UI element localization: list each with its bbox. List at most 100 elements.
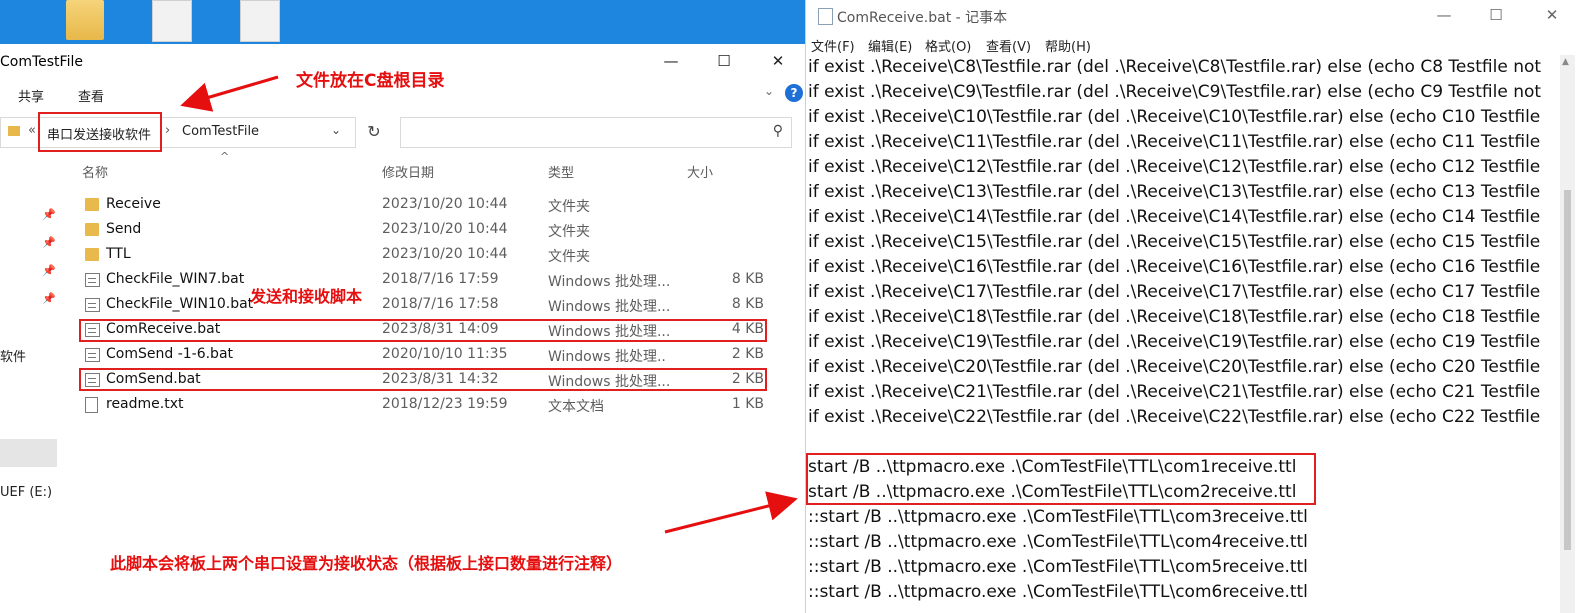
breadcrumb-separator-icon: › [165,123,171,138]
pin-icon[interactable]: 📌 [42,292,56,305]
pin-icon[interactable]: 📌 [42,264,56,277]
pin-icon[interactable]: 📌 [42,236,56,249]
file-type: 文件夹 [548,249,590,265]
notepad-window: ComReceive.bat - 记事本 — ☐ ✕ 文件(F) 编辑(E) 格… [805,0,1589,613]
vertical-scrollbar[interactable]: ▲ [1560,55,1575,613]
text-line [808,430,1568,455]
desktop-document-icon[interactable] [240,0,280,42]
text-line: if exist .\Receive\C18\Testfile.rar (del… [808,307,1541,327]
minimize-button[interactable]: — [1434,6,1454,24]
scrollbar-thumb[interactable] [1564,190,1571,550]
file-date: 2023/10/20 10:44 [382,246,508,262]
file-row[interactable]: Receive 2023/10/20 10:44 文件夹 [80,194,770,218]
folder-icon [8,126,20,136]
desktop-document-icon[interactable] [152,0,192,42]
sort-ascending-icon: ^ [220,150,230,163]
close-button[interactable]: ✕ [768,52,788,70]
breadcrumb-overflow[interactable]: « [28,123,36,138]
file-size: 8 KB [731,296,764,312]
text-line: if exist .\Receive\C19\Testfile.rar (del… [808,332,1541,352]
nav-item-selected[interactable] [0,439,57,467]
help-icon[interactable]: ? [785,84,803,102]
file-row[interactable]: readme.txt 2018/12/23 19:59 文本文档 1 KB [80,394,770,418]
annotation-ports: 此脚本会将板上两个串口设置为接收状态（根据板上接口数量进行注释） [110,554,623,573]
file-name: ComSend -1-6.bat [106,346,234,362]
text-line: if exist .\Receive\C20\Testfile.rar (del… [808,357,1541,377]
file-date: 2018/7/16 17:58 [382,296,499,312]
pin-icon[interactable]: 📌 [42,208,56,221]
menu-edit[interactable]: 编辑(E) [868,36,912,55]
minimize-button[interactable]: — [661,52,681,70]
text-line: if exist .\Receive\C14\Testfile.rar (del… [808,207,1541,227]
menu-file[interactable]: 文件(F) [811,36,855,55]
file-row[interactable]: CheckFile_WIN7.bat 2018/7/16 17:59 Windows… [80,269,770,293]
file-size: 8 KB [731,271,764,287]
scroll-up-icon[interactable]: ▲ [1562,57,1569,67]
ribbon-tab-share[interactable]: 共享 [18,86,44,105]
file-type: 文件夹 [548,199,590,215]
text-line: ::start /B ..\ttpmacro.exe .\ComTestFile… [808,557,1308,577]
search-icon[interactable]: ⚲ [773,123,783,139]
notepad-text-area[interactable]: if exist .\Receive\C8\Testfile.rar (del … [808,55,1568,605]
file-date: 2023/10/20 10:44 [382,196,508,212]
notepad-title: ComReceive.bat - 记事本 [837,10,1008,26]
file-type: Windows 批处理... [548,299,671,315]
nav-item-software[interactable]: 软件 [0,346,26,365]
search-input[interactable]: ⚲ [400,117,792,148]
column-header-type[interactable]: 类型 [548,162,574,181]
annotation-root-dir: 文件放在C盘根目录 [296,71,445,91]
batch-file-icon [85,273,100,287]
file-type: 文件夹 [548,224,590,240]
text-line: if exist .\Receive\C17\Testfile.rar (del… [808,282,1541,302]
batch-file-icon [85,298,100,312]
text-line: if exist .\Receive\C10\Testfile.rar (del… [808,107,1541,127]
file-date: 2020/10/10 11:35 [382,346,508,362]
address-dropdown-icon[interactable]: ⌄ [331,123,341,137]
column-header-size[interactable]: 大小 [687,162,713,181]
file-name: readme.txt [106,396,184,412]
text-line: if exist .\Receive\C8\Testfile.rar (del … [808,57,1542,77]
file-name: CheckFile_WIN10.bat [106,296,254,312]
window-title: ComTestFile [0,54,83,70]
column-header-date[interactable]: 修改日期 [382,162,434,181]
annotation-scripts: 发送和接收脚本 [250,287,363,306]
maximize-button[interactable]: ☐ [1486,6,1506,24]
highlight-start-lines [806,453,1316,505]
text-file-icon [85,397,98,413]
column-header-name[interactable]: 名称 [82,162,108,181]
file-row[interactable]: Send 2023/10/20 10:44 文件夹 [80,219,770,243]
menu-help[interactable]: 帮助(H) [1045,36,1091,55]
text-line: if exist .\Receive\C11\Testfile.rar (del… [808,132,1541,152]
file-size: 2 KB [731,346,764,362]
text-line: if exist .\Receive\C15\Testfile.rar (del… [808,232,1541,252]
ribbon-tab-view[interactable]: 查看 [78,86,104,105]
breadcrumb-current[interactable]: ComTestFile [182,124,259,139]
nav-item-drive[interactable]: UEF (E:) [0,485,52,500]
file-row[interactable]: ComSend -1-6.bat 2020/10/10 11:35 Windows … [80,344,770,368]
close-button[interactable]: ✕ [1542,6,1562,24]
menu-view[interactable]: 查看(V) [986,36,1031,55]
text-line: if exist .\Receive\C22\Testfile.rar (del… [808,407,1541,427]
file-name: Send [106,221,142,237]
file-row[interactable]: TTL 2023/10/20 10:44 文件夹 [80,244,770,268]
text-line: ::start /B ..\ttpmacro.exe .\ComTestFile… [808,582,1308,602]
file-type: Windows 批处理.. [548,349,666,365]
file-date: 2023/10/20 10:44 [382,221,508,237]
batch-file-icon [85,348,100,362]
file-row[interactable]: CheckFile_WIN10.bat 2018/7/16 17:58 Window… [80,294,770,318]
text-line: ::start /B ..\ttpmacro.exe .\ComTestFile… [808,507,1308,527]
file-type: Windows 批处理... [548,274,671,290]
highlight-breadcrumb [38,112,162,152]
file-date: 2018/12/23 19:59 [382,396,508,412]
refresh-icon[interactable]: ↻ [360,117,388,146]
highlight-comreceive-row [79,319,767,342]
ribbon-expand-chevron-icon[interactable]: ⌄ [764,84,774,98]
notepad-icon [818,8,833,25]
desktop-folder-icon[interactable] [66,0,104,40]
maximize-button[interactable]: ☐ [714,52,734,70]
folder-icon [85,248,99,261]
file-size: 1 KB [731,396,764,412]
file-date: 2018/7/16 17:59 [382,271,499,287]
menu-format[interactable]: 格式(O) [925,36,971,55]
highlight-comsend-row [79,368,767,391]
